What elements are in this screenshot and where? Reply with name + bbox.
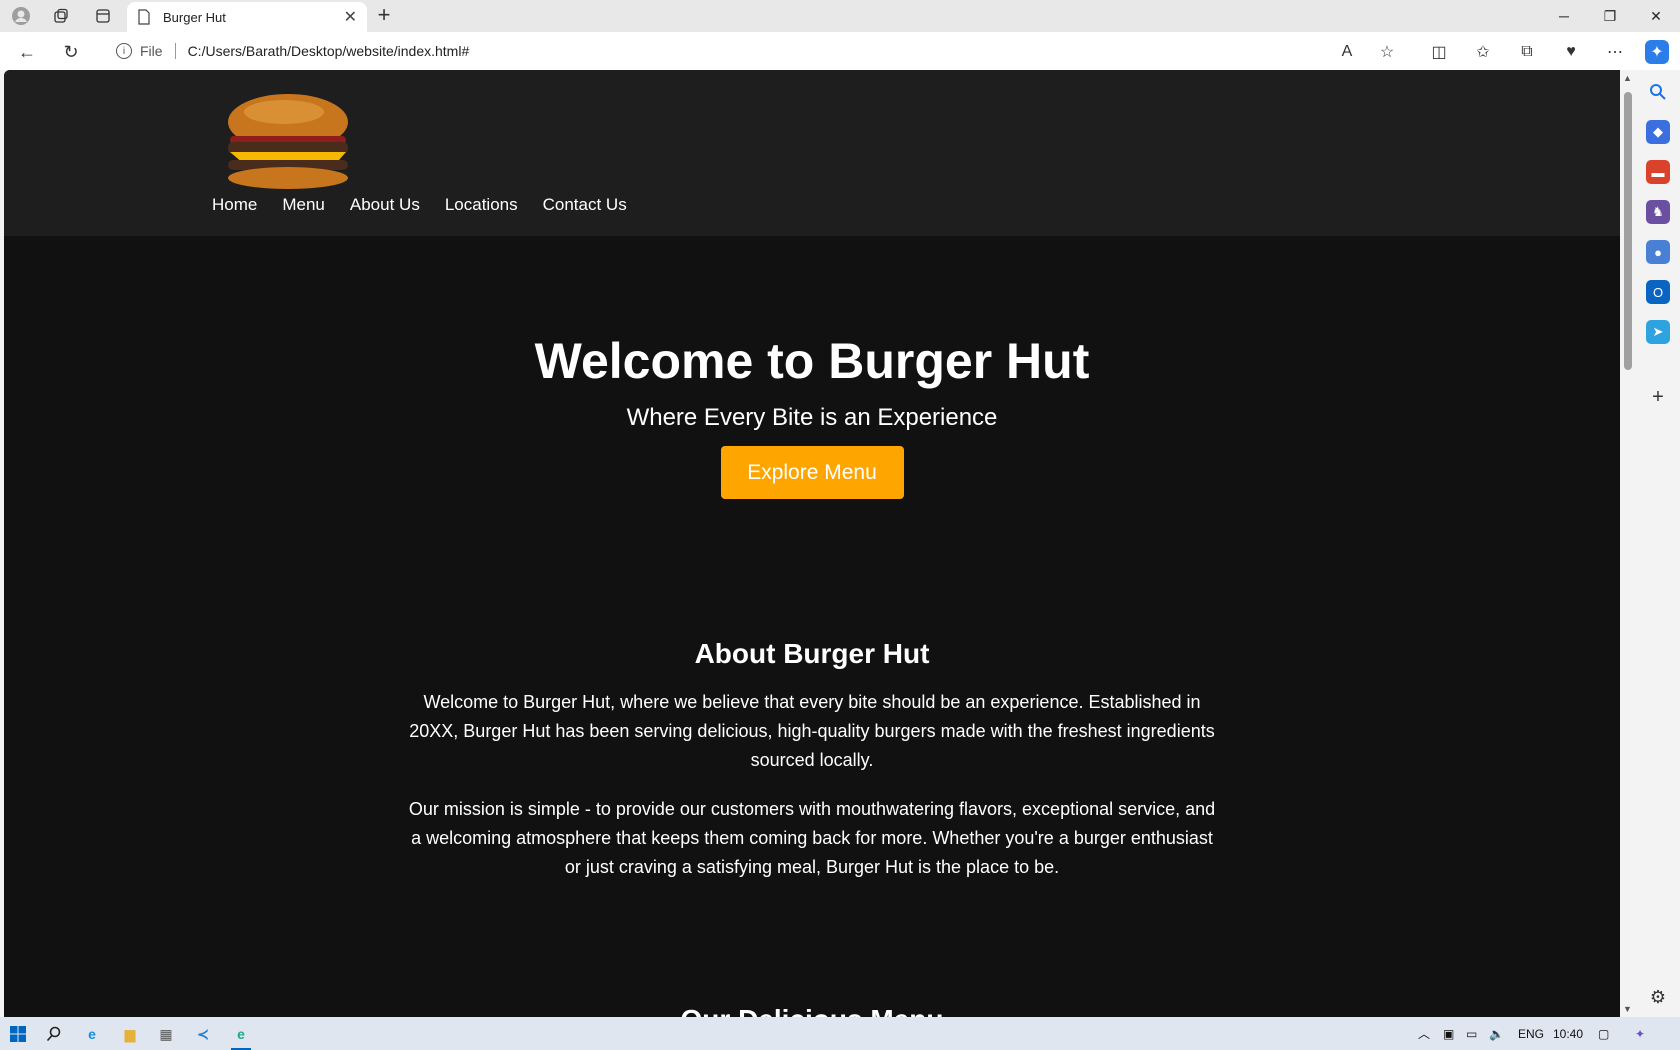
shopping-tag-icon[interactable]: ◆: [1646, 120, 1670, 144]
about-paragraph-2: Our mission is simple - to provide our c…: [408, 799, 1216, 877]
tab-strip: Burger Hut ✕ + ─ ❐ ✕: [0, 0, 1680, 32]
close-window-button[interactable]: ✕: [1633, 0, 1679, 32]
address-toolbar: ← ↻ i File C:/Users/Barath/Desktop/websi…: [0, 32, 1680, 70]
site-header: Home Menu About Us Locations Contact Us: [4, 70, 1620, 236]
about-paragraph-1: Welcome to Burger Hut, where we believe …: [409, 692, 1215, 770]
split-screen-icon[interactable]: ◫: [1427, 40, 1451, 64]
restore-button[interactable]: ❐: [1587, 0, 1633, 32]
burger-logo[interactable]: [224, 92, 352, 190]
about-section: About Burger Hut Welcome to Burger Hut, …: [404, 638, 1220, 882]
copilot-taskbar-icon[interactable]: ✦: [1635, 1017, 1645, 1050]
clock[interactable]: 10:40: [1553, 1017, 1583, 1050]
favorite-star-icon[interactable]: ☆: [1375, 40, 1399, 64]
address-url: C:/Users/Barath/Desktop/website/index.ht…: [187, 43, 470, 59]
network-icon[interactable]: ▭: [1466, 1017, 1477, 1050]
more-menu-icon[interactable]: ⋯: [1603, 40, 1627, 64]
favorites-icon[interactable]: ✩: [1471, 40, 1495, 64]
tray-chevron-icon[interactable]: ︿: [1418, 1017, 1430, 1050]
scrollbar-thumb[interactable]: [1624, 92, 1632, 370]
new-tab-button[interactable]: +: [372, 4, 396, 28]
page-scrollbar[interactable]: ▲ ▼: [1620, 70, 1636, 1017]
info-icon[interactable]: i: [116, 43, 132, 59]
nav-home[interactable]: Home: [212, 195, 257, 215]
microsoft-365-icon[interactable]: ●: [1646, 240, 1670, 264]
vscode-icon[interactable]: ≺: [190, 1021, 216, 1047]
menu-section-heading: Our Delicious Menu: [4, 1004, 1620, 1017]
nav-about-us[interactable]: About Us: [350, 195, 420, 215]
tab-burger-hut[interactable]: Burger Hut ✕: [127, 2, 367, 32]
notifications-icon[interactable]: ▢: [1598, 1017, 1609, 1050]
tools-icon[interactable]: ▬: [1646, 160, 1670, 184]
side-panel: ◆ ▬ ♞ ● O ➤ + ⚙: [1636, 70, 1680, 1017]
edge-active-icon[interactable]: e: [228, 1021, 254, 1050]
close-tab-icon[interactable]: ✕: [344, 7, 357, 27]
page-viewport: Home Menu About Us Locations Contact Us …: [4, 70, 1620, 1017]
add-sidebar-item-icon[interactable]: +: [1646, 385, 1670, 409]
read-aloud-icon[interactable]: A: [1335, 40, 1359, 64]
collections-icon[interactable]: ⧉: [1515, 40, 1539, 64]
explore-menu-button[interactable]: Explore Menu: [720, 446, 904, 499]
hero-section: Welcome to Burger Hut Where Every Bite i…: [4, 236, 1620, 499]
about-heading: About Burger Hut: [694, 638, 930, 669]
nav-contact-us[interactable]: Contact Us: [543, 195, 627, 215]
start-button-icon[interactable]: [5, 1021, 31, 1047]
profile-icon[interactable]: [9, 4, 33, 28]
hero-title: Welcome to Burger Hut: [534, 333, 1090, 389]
address-separator: [174, 43, 176, 59]
volume-icon[interactable]: 🔈: [1489, 1017, 1504, 1050]
hero-tagline: Where Every Bite is an Experience: [626, 404, 998, 431]
language-indicator[interactable]: ENG: [1518, 1017, 1544, 1050]
tab-title: Burger Hut: [163, 9, 226, 25]
page-icon: [138, 9, 150, 25]
windows-taskbar: e ▆ ▦ ≺ e ︿ ▣ ▭ 🔈 ENG 10:40 ▢ ✦: [0, 1017, 1680, 1050]
address-bar[interactable]: i File C:/Users/Barath/Desktop/website/i…: [102, 36, 1412, 66]
main-nav: Home Menu About Us Locations Contact Us: [212, 195, 627, 215]
address-scheme: File: [140, 43, 163, 59]
nav-menu[interactable]: Menu: [282, 195, 325, 215]
settings-gear-icon[interactable]: ⚙: [1646, 985, 1670, 1009]
meet-now-icon[interactable]: ▣: [1443, 1017, 1454, 1050]
workspaces-icon[interactable]: [49, 4, 73, 28]
browser-essentials-icon[interactable]: ♥: [1559, 40, 1583, 64]
outlook-icon[interactable]: O: [1646, 280, 1670, 304]
back-button[interactable]: ←: [14, 39, 40, 65]
search-icon[interactable]: [1646, 80, 1670, 104]
file-explorer-icon[interactable]: ▆: [117, 1021, 143, 1047]
minimize-button[interactable]: ─: [1541, 0, 1587, 32]
refresh-button[interactable]: ↻: [58, 39, 84, 65]
tab-actions-icon[interactable]: [91, 4, 115, 28]
scroll-up-icon[interactable]: ▲: [1623, 73, 1632, 83]
copilot-icon[interactable]: ✦: [1645, 40, 1669, 64]
scroll-down-icon[interactable]: ▼: [1623, 1004, 1632, 1014]
send-icon[interactable]: ➤: [1646, 320, 1670, 344]
search-taskbar-icon[interactable]: [41, 1021, 67, 1047]
games-icon[interactable]: ♞: [1646, 200, 1670, 224]
nav-locations[interactable]: Locations: [445, 195, 518, 215]
edge-browser-icon[interactable]: e: [79, 1021, 105, 1047]
store-icon[interactable]: ▦: [153, 1021, 179, 1047]
